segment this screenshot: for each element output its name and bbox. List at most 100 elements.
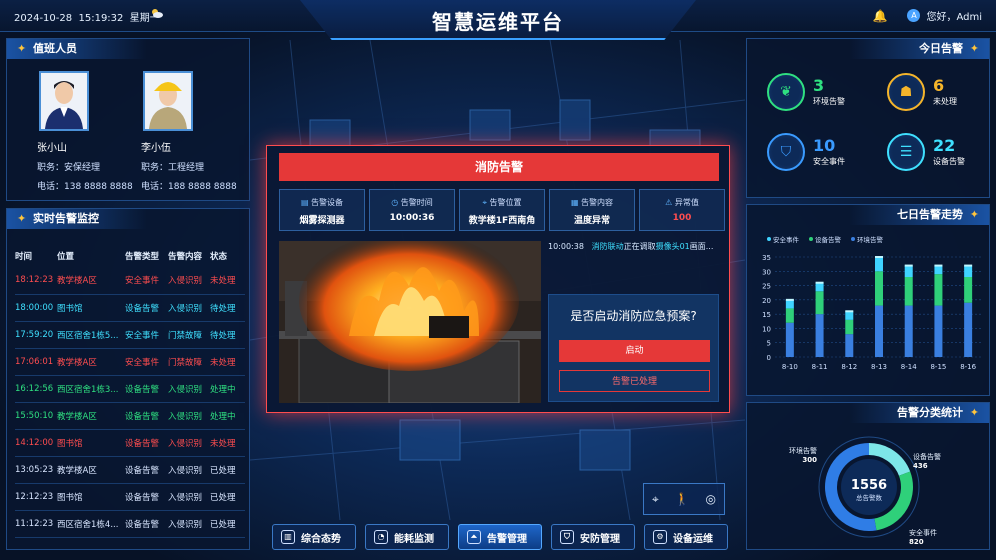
- cell-content: 入侵识别: [168, 483, 210, 511]
- today-stat-4[interactable]: ☰ 22 设备告警: [887, 133, 965, 171]
- slice-name: 安全事件: [909, 528, 937, 537]
- x-tick-label: 8-13: [871, 363, 887, 371]
- table-row[interactable]: 15:50:10 教学楼A区 设备告警 入侵识别 处理中: [15, 402, 245, 430]
- cell-content: 门禁故障: [168, 321, 210, 349]
- today-stat-1[interactable]: ❦ 3 环境告警: [767, 73, 845, 111]
- bar-设备告警: [934, 274, 943, 306]
- bar-设备告警: [815, 291, 824, 315]
- camera-feed-image: [279, 241, 541, 403]
- bar-安全事件: [785, 299, 794, 309]
- cell-time: 15:50:10: [15, 402, 57, 430]
- target-icon[interactable]: ◎: [706, 492, 716, 506]
- duty-panel-header: ✦ 值班人员: [7, 39, 147, 59]
- info-label: 告警位置: [489, 198, 522, 207]
- shield-icon: ⛉: [767, 133, 805, 171]
- leaf-icon: ❦: [767, 73, 805, 111]
- log-camera[interactable]: 摄像头01: [656, 242, 690, 251]
- staff-card-1[interactable]: 张小山 职务：安保经理 电话：138 8888 8888: [37, 71, 137, 192]
- bar-安全事件: [934, 265, 943, 275]
- cell-status: 已处理: [210, 456, 245, 484]
- gauge-icon: ◔: [374, 530, 388, 544]
- slice-name: 环境告警: [789, 446, 817, 455]
- cell-content: 入侵识别: [168, 456, 210, 484]
- page-title: 智慧运维平台: [432, 10, 564, 34]
- cell-type: 安全事件: [125, 267, 168, 295]
- nav-shield[interactable]: ⛉ 安防管理: [551, 524, 635, 550]
- table-row[interactable]: 11:12:23 西区宿舍1栋4... 设备告警 入侵识别 已处理: [15, 510, 245, 538]
- cell-content: 入侵识别: [168, 429, 210, 457]
- cell-loc: 西区宿舍1栋5...: [57, 321, 125, 349]
- cell-status: 未处理: [210, 348, 245, 376]
- x-tick-label: 8-15: [930, 363, 946, 371]
- table-row[interactable]: 17:59:20 西区宿舍1栋5... 安全事件 门禁故障 待处理: [15, 321, 245, 349]
- bar-环境告警: [875, 305, 883, 357]
- category-title: 告警分类统计: [897, 406, 963, 419]
- bar-环境告警: [904, 305, 913, 357]
- category-header: 告警分类统计 ✦: [849, 403, 989, 423]
- info-card-2: ◷ 告警时间 10:00:36: [369, 189, 455, 231]
- warning-icon: ⚠: [665, 198, 675, 207]
- col-type: 告警类型: [125, 252, 160, 262]
- siren-icon: ☗: [887, 73, 925, 111]
- table-row[interactable]: 14:12:00 图书馆 设备告警 入侵识别 未处理: [15, 429, 245, 457]
- info-value: 烟雾探测器: [299, 216, 345, 226]
- table-row[interactable]: 18:12:23 教学楼A区 安全事件 入侵识别 未处理: [15, 267, 245, 295]
- cell-loc: 教学楼A区: [57, 402, 125, 430]
- table-row[interactable]: 12:12:23 图书馆 设备告警 入侵识别 已处理: [15, 483, 245, 511]
- info-label: 异常值: [674, 198, 699, 207]
- bar-安全事件: [964, 265, 973, 277]
- cell-time: 14:12:00: [15, 429, 57, 457]
- emergency-question: 是否启动消防应急预案?: [570, 309, 697, 323]
- cell-loc: 教学楼A区: [57, 348, 125, 376]
- stat-label: 未处理: [933, 96, 957, 106]
- table-row[interactable]: 17:06:01 教学楼A区 安全事件 门禁故障 未处理: [15, 348, 245, 376]
- log-time: 10:00:38: [548, 242, 584, 251]
- bar-cap: [934, 264, 943, 267]
- nav-alarm[interactable]: ⏶ 告警管理: [458, 524, 542, 550]
- cell-time: 11:12:23: [15, 510, 57, 538]
- bell-icon[interactable]: 🔔: [873, 9, 888, 23]
- staff-name-1: 张小山: [37, 143, 67, 154]
- map-pin-icon[interactable]: ⌖: [652, 492, 659, 507]
- dashboard-icon: ▥: [281, 530, 295, 544]
- nav-label: 能耗监测: [394, 533, 434, 545]
- walk-icon[interactable]: 🚶: [675, 492, 690, 506]
- title-banner: 智慧运维平台: [300, 0, 696, 40]
- x-tick-label: 8-10: [782, 363, 798, 371]
- cell-type: 设备告警: [125, 402, 168, 430]
- trend-panel: 七日告警走势 ✦ 安全事件 设备告警 环境告警 0 5 10 15 20 25 30 35 8-10 8-…: [746, 204, 990, 396]
- today-stat-3[interactable]: ⛉ 10 安全事件: [767, 133, 845, 171]
- info-card-5: ⚠ 异常值 100: [639, 189, 725, 231]
- cell-loc: 图书馆: [57, 294, 125, 322]
- nav-dashboard[interactable]: ▥ 综合态势: [272, 524, 356, 550]
- user-area[interactable]: 🔔 A 您好，Admi: [873, 8, 983, 24]
- nav-gauge[interactable]: ◔ 能耗监测: [365, 524, 449, 550]
- nav-label: 综合态势: [301, 533, 341, 545]
- info-card-4: ▦ 告警内容 温度异常: [549, 189, 635, 231]
- wrench-icon: ⚙: [653, 530, 667, 544]
- table-row[interactable]: 16:12:56 西区宿舍1栋3... 设备告警 入侵识别 处理中: [15, 375, 245, 403]
- y-tick-label: 35: [762, 254, 771, 262]
- location-icon: ⌖: [482, 198, 490, 207]
- cell-loc: 教学楼A区: [57, 456, 125, 484]
- trend-header: 七日告警走势 ✦: [849, 205, 989, 225]
- y-tick-label: 10: [762, 325, 771, 333]
- bar-cap: [815, 281, 824, 284]
- today-stat-2[interactable]: ☗ 6 未处理: [887, 73, 957, 111]
- alarm-handled-button[interactable]: 告警已处理: [559, 370, 710, 392]
- bar-cap: [845, 310, 854, 313]
- start-plan-button[interactable]: 启动: [559, 340, 710, 362]
- log-tag: 消防联动: [591, 242, 624, 251]
- cell-loc: 教学楼A区: [57, 267, 125, 295]
- cell-status: 已处理: [210, 483, 245, 511]
- cell-time: 17:06:01: [15, 348, 57, 376]
- cell-type: 设备告警: [125, 483, 168, 511]
- staff-card-2[interactable]: 李小伍 职务：工程经理 电话：188 8888 8888: [141, 71, 241, 192]
- user-avatar[interactable]: A: [907, 9, 921, 22]
- nav-wrench[interactable]: ⚙ 设备运维: [644, 524, 728, 550]
- table-row[interactable]: 18:00:00 图书馆 设备告警 入侵识别 待处理: [15, 294, 245, 322]
- cell-status: 已处理: [210, 510, 245, 538]
- donut-total-label: 总告警数: [856, 493, 883, 502]
- table-row[interactable]: 13:05:23 教学楼A区 设备告警 入侵识别 已处理: [15, 456, 245, 484]
- star-icon: ✦: [17, 42, 27, 55]
